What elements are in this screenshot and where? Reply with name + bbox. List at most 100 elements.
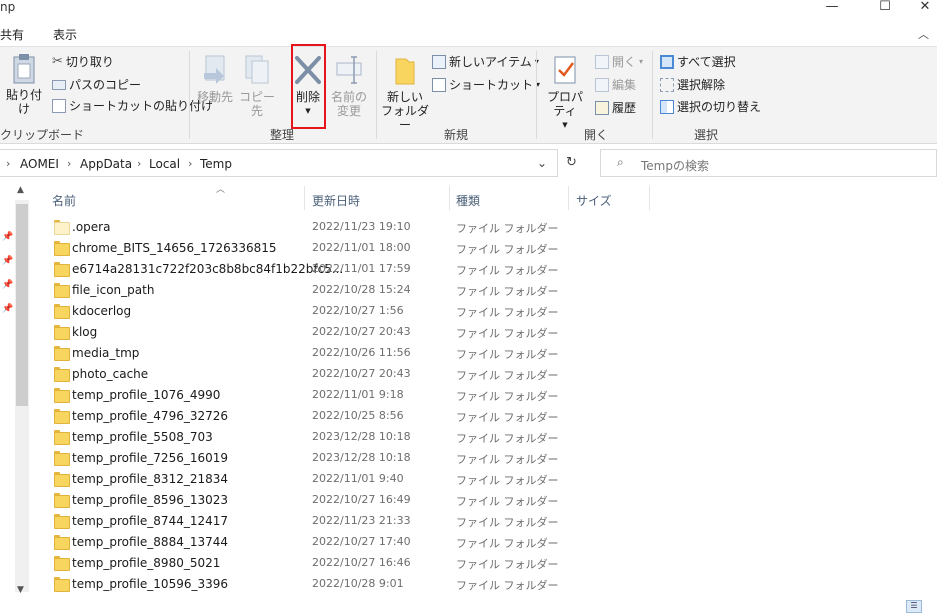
breadcrumb-temp[interactable]: Temp — [200, 157, 232, 171]
table-row[interactable]: temp_profile_1076_4990 2022/11/01 9:18 ファイ… — [44, 385, 937, 406]
details-view-icon[interactable]: ☰ — [906, 600, 922, 613]
group-divider — [536, 51, 537, 139]
column-divider[interactable] — [568, 186, 569, 210]
properties-button[interactable]: プロパティ ▼ — [541, 53, 589, 132]
copy-to-button[interactable]: コピー先 — [237, 53, 277, 118]
copy-path-button[interactable]: パスのコピー — [52, 76, 141, 93]
collapse-ribbon-icon[interactable]: ︿ — [918, 26, 929, 42]
file-date: 2022/10/28 9:01 — [312, 577, 404, 590]
table-row[interactable]: temp_profile_4796_32726 2022/10/25 8:56 ファ… — [44, 406, 937, 427]
navigation-pane: ▲ 📌 📌 📌 📌 ▼ — [0, 182, 30, 600]
table-row[interactable]: temp_profile_10596_3396 2022/10/28 9:01 ファ… — [44, 574, 937, 595]
maximize-button[interactable]: ☐ — [865, 0, 905, 18]
move-to-label: 移動先 — [196, 90, 233, 104]
new-item-icon — [432, 54, 446, 69]
breadcrumb-appdata[interactable]: AppData — [80, 157, 132, 171]
table-row[interactable]: temp_profile_8884_13744 2022/10/27 17:40 フ… — [44, 532, 937, 553]
file-date: 2022/11/01 17:59 — [312, 262, 411, 275]
pin-icon[interactable]: 📌 — [2, 304, 13, 314]
table-row[interactable]: .opera 2022/11/23 19:10 ファイル フォルダー — [44, 217, 937, 238]
table-row[interactable]: file_icon_path 2022/10/28 15:24 ファイル フォルダー — [44, 280, 937, 301]
new-item-button[interactable]: 新しいアイテム ▾ — [432, 53, 539, 70]
table-row[interactable]: klog 2022/10/27 20:43 ファイル フォルダー — [44, 322, 937, 343]
rename-button[interactable]: 名前の 変更 — [330, 53, 368, 118]
refresh-icon[interactable]: ↻ — [566, 155, 577, 170]
file-date: 2022/10/27 16:49 — [312, 493, 411, 506]
file-type: ファイル フォルダー — [456, 390, 559, 403]
file-name: chrome_BITS_14656_1726336815 — [72, 241, 277, 255]
table-row[interactable]: temp_profile_5508_703 2023/12/28 10:18 ファイ… — [44, 427, 937, 448]
close-button[interactable]: ✕ — [905, 0, 937, 18]
table-row[interactable]: chrome_BITS_14656_1726336815 2022/11/01 1… — [44, 238, 937, 259]
scroll-up-icon[interactable]: ▲ — [17, 185, 24, 195]
column-type[interactable]: 種類 — [456, 192, 480, 209]
copy-to-label: コピー先 — [238, 90, 275, 118]
paste-shortcut-label: ショートカットの貼り付け — [69, 99, 214, 113]
tab-share[interactable]: 共有 — [0, 26, 24, 43]
move-to-button[interactable]: 移動先 — [195, 53, 235, 104]
select-none-button[interactable]: 選択解除 — [660, 76, 725, 93]
column-header: ︿ 名前 更新日時 種類 サイズ — [44, 182, 937, 212]
minimize-button[interactable]: — — [812, 0, 852, 18]
copy-to-icon — [245, 55, 269, 84]
select-all-button[interactable]: すべて選択 — [660, 53, 736, 70]
column-date[interactable]: 更新日時 — [312, 192, 360, 209]
properties-icon — [554, 56, 576, 84]
title-bar: np — ☐ ✕ — [0, 0, 937, 20]
breadcrumb-local[interactable]: Local — [149, 157, 180, 171]
file-type: ファイル フォルダー — [456, 285, 559, 298]
history-button[interactable]: 履歴 — [595, 99, 636, 116]
edit-button[interactable]: 編集 — [595, 76, 636, 93]
table-row[interactable]: temp_profile_7256_16019 2023/12/28 10:18 フ… — [44, 448, 937, 469]
column-divider[interactable] — [304, 186, 305, 210]
file-type: ファイル フォルダー — [456, 369, 559, 382]
search-box[interactable]: ⌕ Tempの検索 — [600, 149, 937, 177]
address-dropdown-icon[interactable]: ⌄ — [537, 156, 547, 170]
new-folder-label-1: 新しい — [386, 90, 423, 104]
cut-button[interactable]: ✂ 切り取り — [52, 53, 114, 70]
nav-scrollbar-thumb[interactable] — [16, 204, 28, 406]
pin-icon[interactable]: 📌 — [2, 232, 13, 242]
dropdown-arrow-icon: ▾ — [639, 57, 644, 66]
column-divider[interactable] — [649, 186, 650, 210]
invert-selection-button[interactable]: 選択の切り替え — [660, 98, 761, 115]
table-row[interactable]: e6714a28131c722f203c8b8bc84f1b22bfc5... 2… — [44, 259, 937, 280]
file-type: ファイル フォルダー — [456, 432, 559, 445]
folder-icon — [54, 430, 70, 445]
scroll-down-icon[interactable]: ▼ — [17, 585, 24, 595]
folder-icon — [54, 367, 70, 382]
file-name: media_tmp — [72, 346, 140, 360]
new-folder-button[interactable]: 新しい フォルダー — [380, 53, 430, 132]
table-row[interactable]: temp_profile_8744_12417 2022/11/23 21:33 フ… — [44, 511, 937, 532]
table-row[interactable]: temp_profile_8980_5021 2022/10/27 16:46 ファ… — [44, 553, 937, 574]
tab-view[interactable]: 表示 — [53, 26, 77, 43]
file-date: 2022/11/23 19:10 — [312, 220, 411, 233]
column-size[interactable]: サイズ — [576, 192, 612, 209]
table-row[interactable]: media_tmp 2022/10/26 11:56 ファイル フォルダー — [44, 343, 937, 364]
file-date: 2022/11/01 18:00 — [312, 241, 411, 254]
pin-icon[interactable]: 📌 — [2, 280, 13, 290]
open-label: 開く — [612, 55, 637, 69]
folder-icon — [54, 451, 70, 466]
group-divider — [652, 51, 653, 139]
chevron-down-icon: ▼ — [562, 121, 568, 129]
table-row[interactable]: photo_cache 2022/10/27 20:43 ファイル フォルダー — [44, 364, 937, 385]
open-button[interactable]: 開く ▾ — [595, 53, 643, 70]
file-type: ファイル フォルダー — [456, 537, 559, 550]
folder-icon — [54, 283, 70, 298]
address-bar[interactable]: › AOMEI › AppData › Local › Temp ⌄ — [0, 149, 558, 177]
table-row[interactable]: temp_profile_8312_21834 2022/11/01 9:40 ファ… — [44, 469, 937, 490]
paste-button[interactable]: 貼り付け — [2, 53, 46, 116]
breadcrumb-aomei[interactable]: AOMEI — [20, 157, 59, 171]
pin-icon[interactable]: 📌 — [2, 256, 13, 266]
file-name: temp_profile_8980_5021 — [72, 556, 221, 570]
folder-icon — [54, 556, 70, 571]
column-name[interactable]: 名前 — [52, 192, 76, 209]
select-none-icon — [660, 77, 674, 92]
column-divider[interactable] — [449, 186, 450, 210]
shortcut-button[interactable]: ショートカット ▾ — [432, 76, 540, 93]
scissors-icon: ✂ — [52, 54, 63, 69]
file-type: ファイル フォルダー — [456, 222, 559, 235]
table-row[interactable]: kdocerlog 2022/10/27 1:56 ファイル フォルダー — [44, 301, 937, 322]
table-row[interactable]: temp_profile_8596_13023 2022/10/27 16:49 フ… — [44, 490, 937, 511]
